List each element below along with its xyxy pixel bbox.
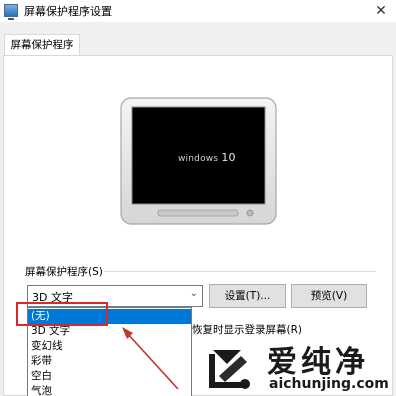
watermark-url: aichunjing.com <box>269 376 389 392</box>
watermark-name: 爱纯净 <box>267 345 369 380</box>
watermark-logo-icon <box>209 350 250 389</box>
watermark: 爱纯净 aichunjing.com <box>203 337 396 396</box>
screen-saver-settings-window: 屏幕保护程序设置 ✕ 屏幕保护程序 windows 10 屏幕保护程序(S) 3… <box>0 0 396 396</box>
